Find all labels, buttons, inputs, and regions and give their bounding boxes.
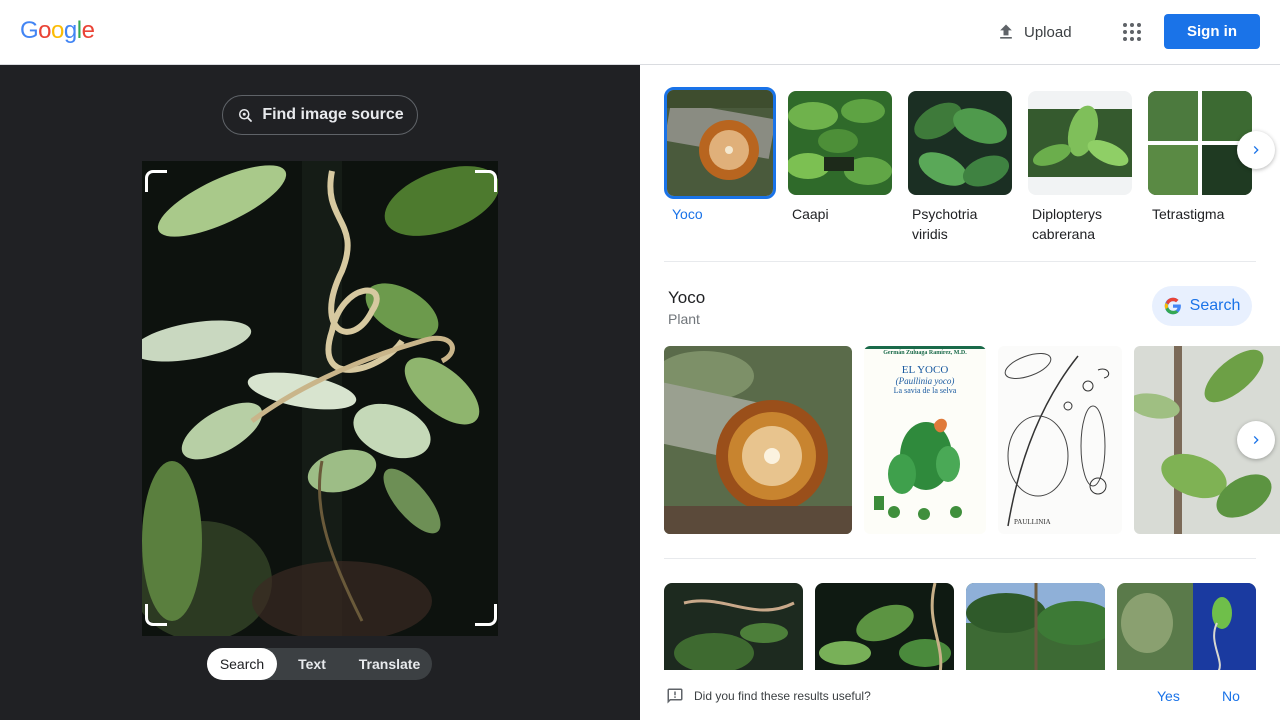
- sign-in-button[interactable]: Sign in: [1164, 14, 1260, 49]
- visual-match-image[interactable]: [664, 583, 803, 670]
- book-title: EL YOCO: [901, 364, 949, 376]
- logo-letter: e: [81, 17, 95, 44]
- divider: [664, 261, 1256, 262]
- chip-label: Yoco: [672, 206, 703, 222]
- results-panel: Yoco Caapi Psychotria viridis Diploptery…: [640, 65, 1280, 670]
- book-latin-name: (Paullinia yoco): [895, 376, 955, 386]
- visual-match-image[interactable]: [815, 583, 954, 670]
- chip-thumbnail: [664, 87, 776, 199]
- visual-match-image[interactable]: [966, 583, 1105, 670]
- feedback-no-button[interactable]: No: [1222, 688, 1240, 704]
- logo-letter: g: [63, 17, 77, 44]
- logo-letter: o: [51, 17, 64, 44]
- chip-psychotria-viridis[interactable]: Psychotria viridis: [908, 91, 1016, 244]
- divider: [664, 558, 1256, 559]
- chip-label: Psychotria viridis: [912, 206, 978, 242]
- result-image[interactable]: [664, 346, 852, 534]
- upload-icon: [1000, 24, 1012, 39]
- mode-text-tab[interactable]: Text: [277, 648, 347, 680]
- book-author: Germán Zuluaga Ramírez, M.D.: [883, 350, 967, 356]
- lens-mode-toggle: Search Text Translate: [207, 648, 432, 680]
- chip-thumbnail: [1148, 91, 1252, 195]
- find-image-source-label: Find image source: [262, 106, 404, 123]
- chip-diplopterys-cabrerana[interactable]: Diplopterys cabrerana: [1028, 91, 1136, 244]
- chevron-right-icon: [1253, 146, 1259, 154]
- crop-handle-top-right[interactable]: [475, 170, 497, 192]
- feedback-icon: [667, 688, 683, 704]
- gallery-next-button[interactable]: [1237, 421, 1275, 459]
- result-image-botanical-illustration[interactable]: PAULLINIA: [998, 346, 1122, 534]
- book-subtitle: La savia de la selva: [893, 386, 957, 395]
- google-search-button[interactable]: Search: [1152, 286, 1252, 326]
- crop-handle-top-left[interactable]: [145, 170, 167, 192]
- chips-next-button[interactable]: [1237, 131, 1275, 169]
- query-image-panel: Find image source Search Text Translate: [0, 65, 640, 720]
- chevron-right-icon: [1253, 436, 1259, 444]
- mode-search-tab[interactable]: Search: [207, 648, 277, 680]
- chip-yoco[interactable]: Yoco: [664, 87, 776, 224]
- plant-photo: [142, 161, 498, 636]
- feedback-yes-button[interactable]: Yes: [1157, 688, 1180, 704]
- logo-letter: G: [20, 17, 39, 44]
- visual-match-image[interactable]: [1117, 583, 1256, 670]
- apps-grid-icon: [1123, 23, 1141, 41]
- chip-label: Caapi: [792, 206, 829, 222]
- google-logo[interactable]: Google: [20, 17, 95, 45]
- illustration-caption: PAULLINIA: [1014, 518, 1051, 526]
- chip-thumbnail: [788, 91, 892, 195]
- google-g-icon: [1164, 297, 1181, 315]
- apps-button[interactable]: [1112, 12, 1152, 52]
- crop-handle-bottom-right[interactable]: [475, 604, 497, 626]
- chip-label: Diplopterys cabrerana: [1032, 206, 1103, 242]
- top-bar: Google Upload Sign in: [0, 0, 1280, 65]
- feedback-bar: Did you find these results useful? Yes N…: [640, 670, 1280, 720]
- logo-letter: o: [38, 17, 52, 44]
- query-image[interactable]: [142, 161, 498, 636]
- find-image-source-button[interactable]: Find image source: [222, 95, 418, 135]
- chip-thumbnail: [908, 91, 1012, 195]
- lens-search-icon: [239, 109, 253, 122]
- result-title: Yoco: [668, 288, 706, 307]
- chip-label: Tetrastigma: [1152, 206, 1225, 222]
- chip-caapi[interactable]: Caapi: [788, 91, 896, 224]
- upload-label: Upload: [1024, 23, 1072, 41]
- feedback-question: Did you find these results useful?: [694, 689, 871, 703]
- result-image-book-cover[interactable]: Germán Zuluaga Ramírez, M.D. EL YOCO (Pa…: [864, 346, 986, 534]
- google-search-label: Search: [1189, 297, 1241, 314]
- crop-handle-bottom-left[interactable]: [145, 604, 167, 626]
- chip-thumbnail: [1028, 91, 1132, 195]
- upload-button[interactable]: Upload: [986, 14, 1082, 50]
- mode-translate-tab[interactable]: Translate: [347, 648, 432, 680]
- result-subtitle: Plant: [668, 311, 700, 327]
